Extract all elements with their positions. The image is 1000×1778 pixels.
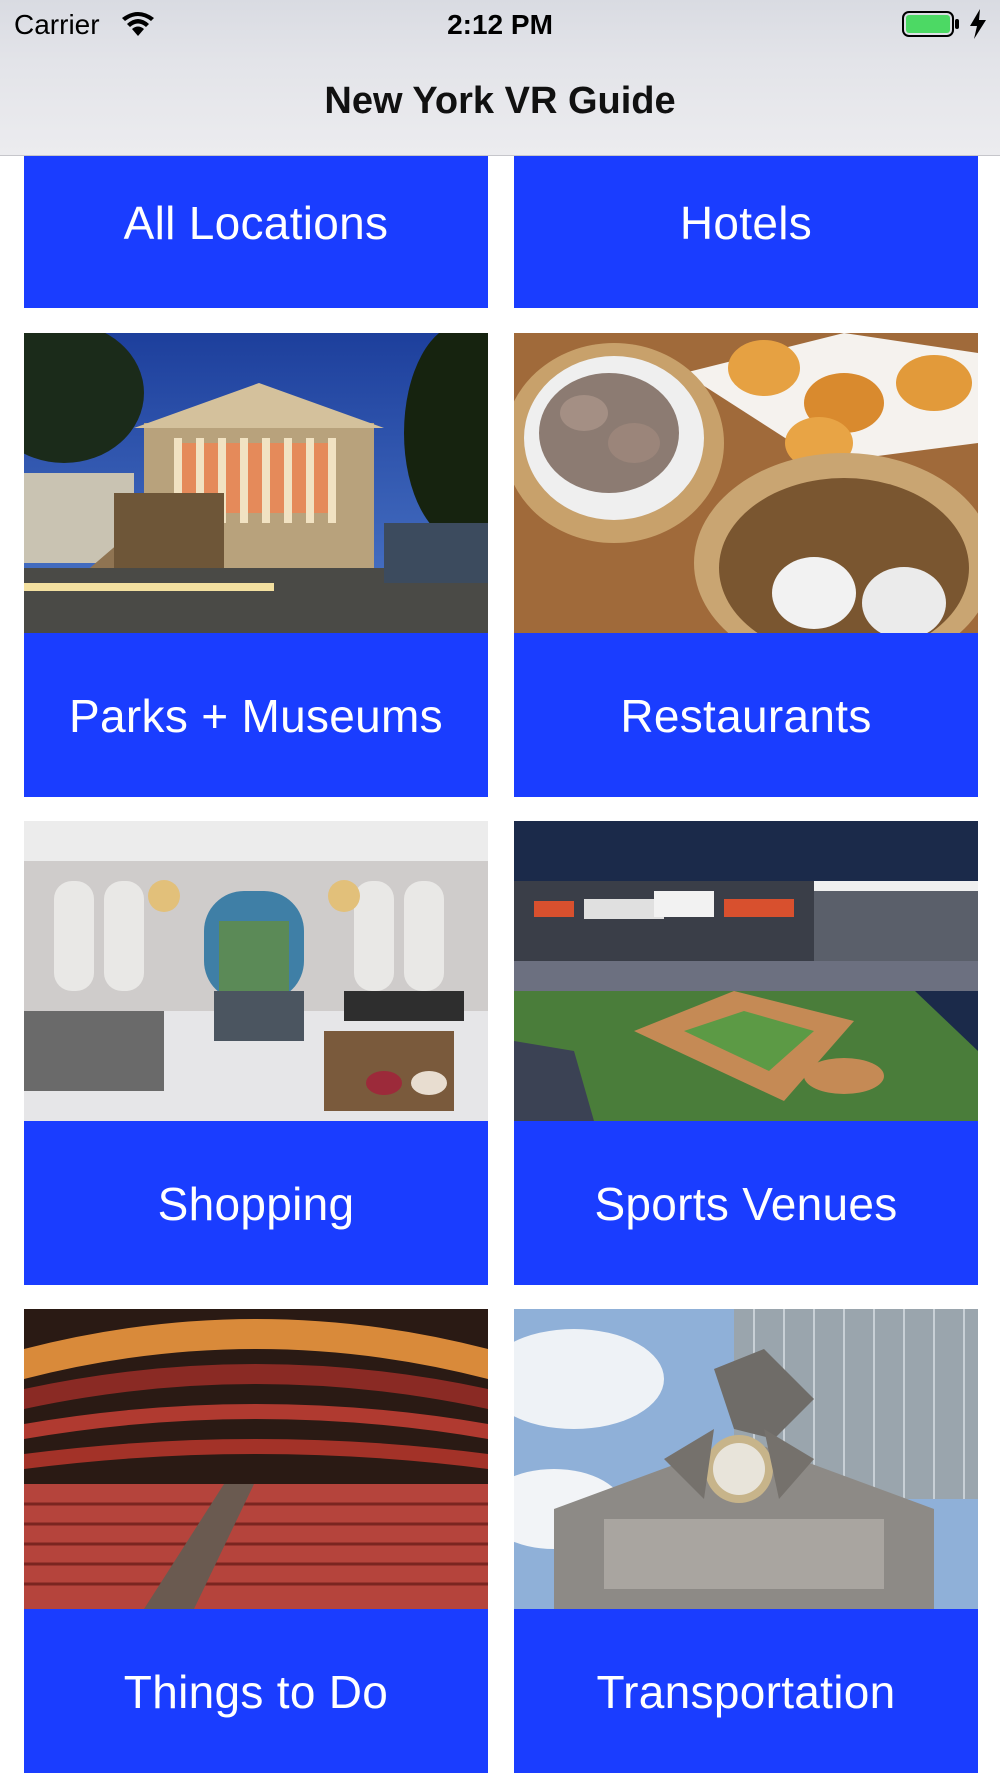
category-tile-parks-museums[interactable]: Parks + Museums [24, 333, 488, 797]
battery-icon [902, 11, 959, 37]
dim-sum-photo [514, 333, 978, 633]
grand-central-photo [514, 1309, 978, 1609]
category-grid: All Locations Hotels Parks + Museums Res… [0, 0, 1000, 1778]
category-label: Parks + Museums [69, 690, 443, 742]
baseball-stadium-photo [514, 821, 978, 1121]
category-tile-sports-venues[interactable]: Sports Venues [514, 821, 978, 1285]
category-tile-transportation[interactable]: Transportation [514, 1309, 978, 1773]
category-tile-restaurants[interactable]: Restaurants [514, 333, 978, 797]
category-label: Things to Do [123, 1666, 389, 1718]
category-label: Shopping [157, 1178, 355, 1230]
clock: 2:12 PM [447, 9, 553, 40]
category-label: All Locations [123, 197, 389, 249]
luxury-store-photo [24, 821, 488, 1121]
category-label: Restaurants [620, 690, 872, 742]
museum-photo [24, 333, 488, 633]
page-title: New York VR Guide [324, 80, 676, 122]
status-bar: Carrier 2:12 PM [0, 0, 1000, 50]
category-tile-things-to-do[interactable]: Things to Do [24, 1309, 488, 1773]
category-label: Hotels [679, 197, 813, 249]
category-label: Sports Venues [594, 1178, 898, 1230]
theater-photo [24, 1309, 488, 1609]
category-tile-shopping[interactable]: Shopping [24, 821, 488, 1285]
charging-bolt-icon [970, 9, 986, 39]
category-label: Transportation [596, 1666, 896, 1718]
